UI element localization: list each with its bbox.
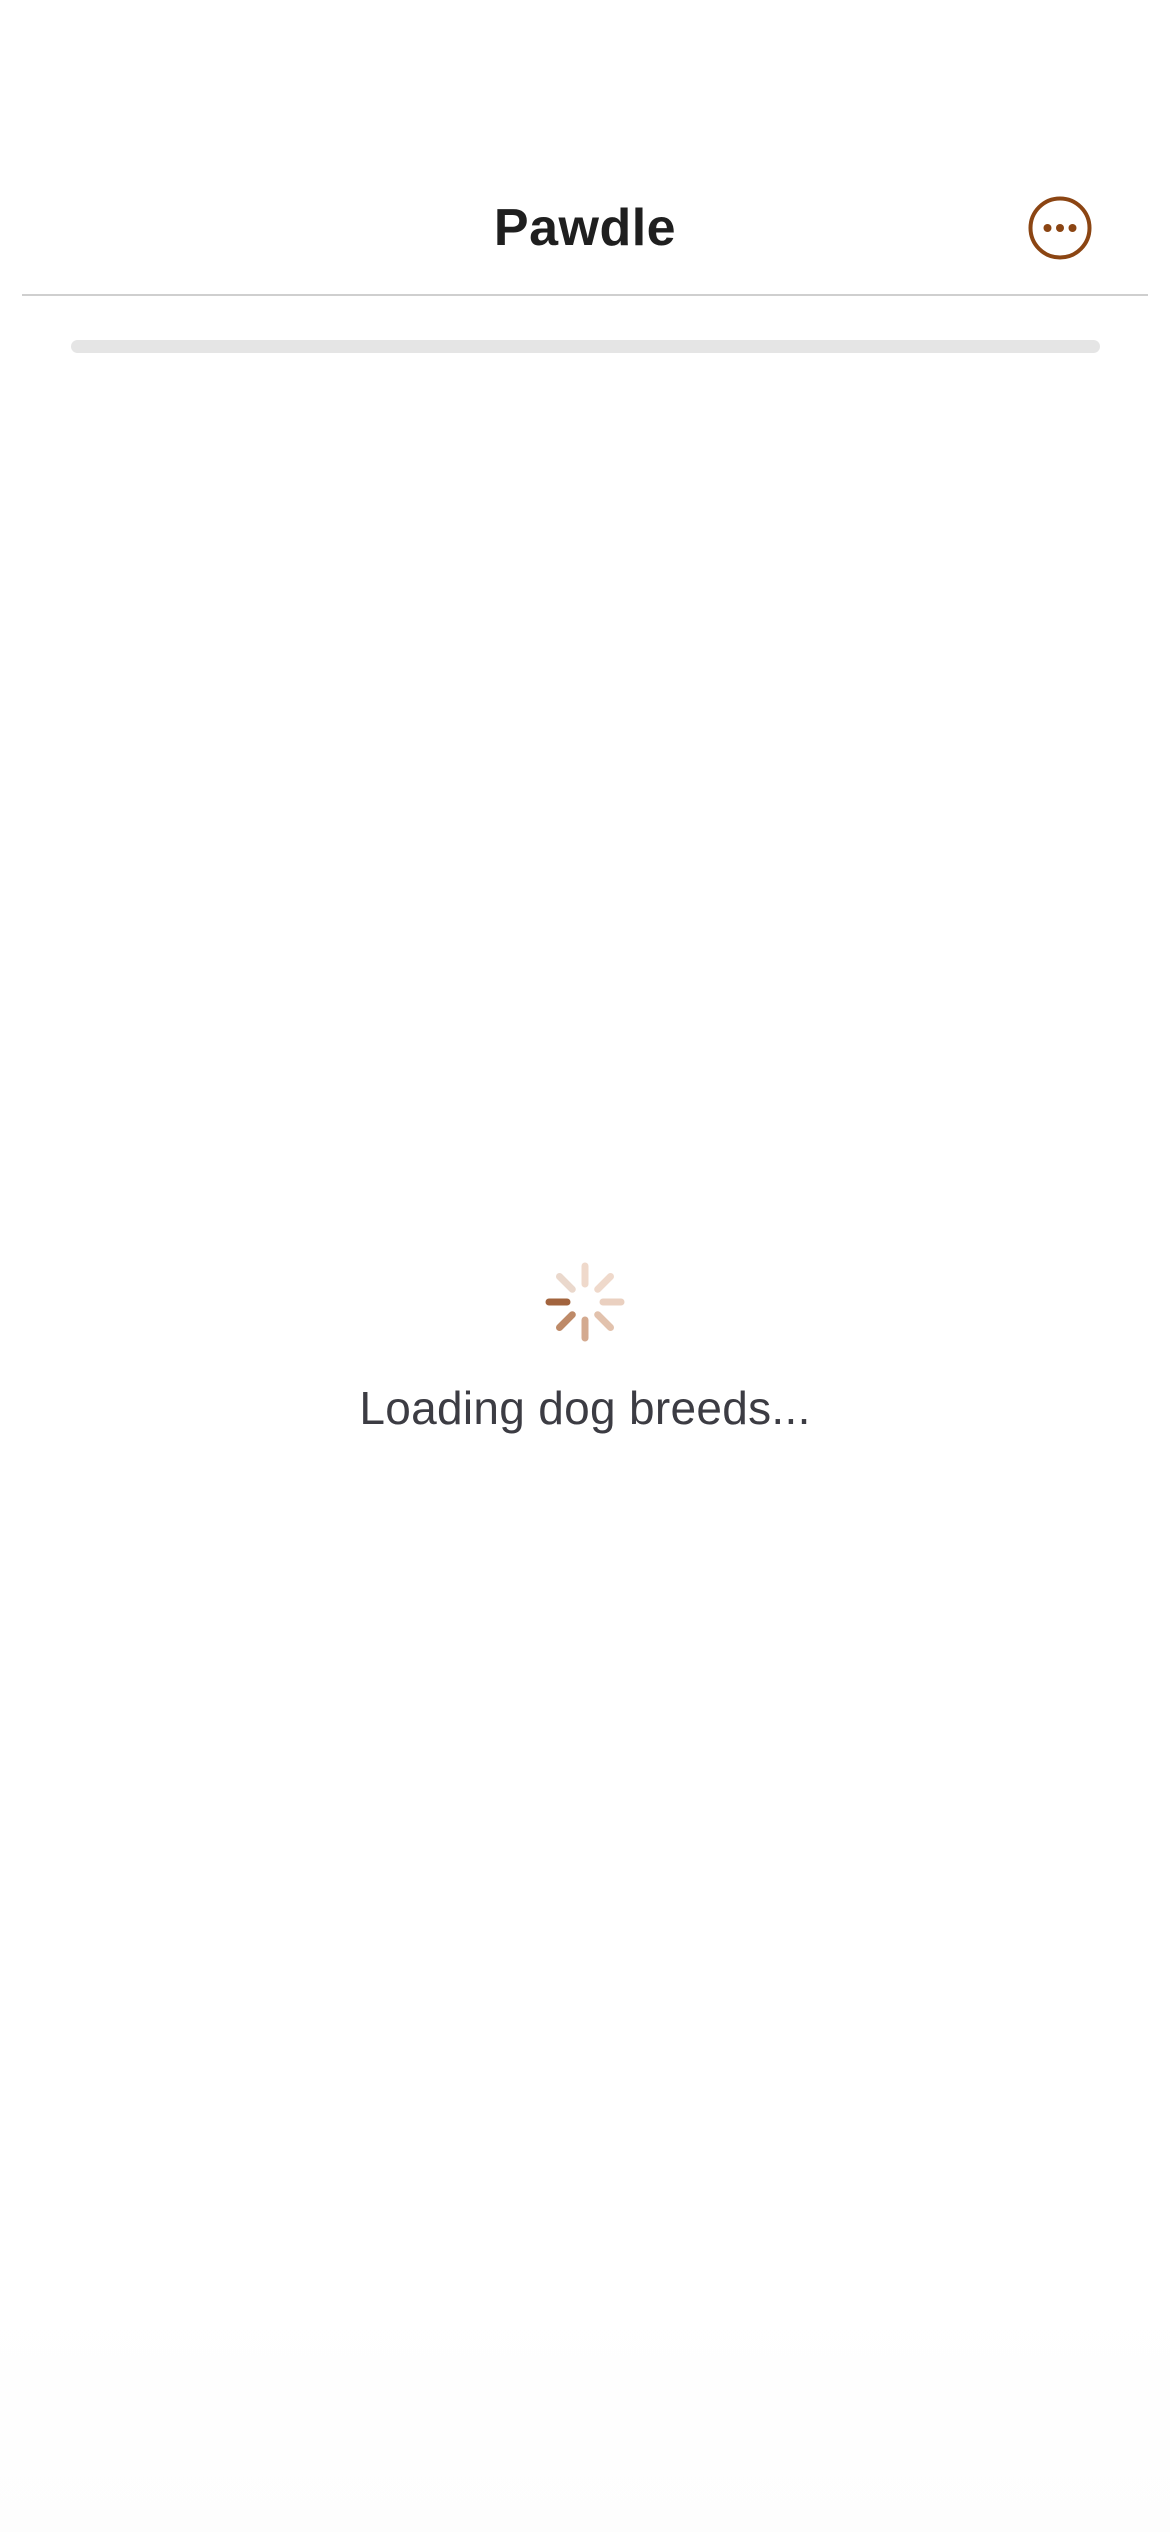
navigation-bar: Pawdle <box>0 0 1170 296</box>
page-title: Pawdle <box>493 199 677 257</box>
bottom-safe-area <box>0 2300 1170 2532</box>
nav-divider <box>22 294 1148 296</box>
more-options-button[interactable] <box>1028 196 1092 260</box>
app-screen: Pawdle Loading dog breeds... <box>0 0 1170 2532</box>
loading-text: Loading dog breeds... <box>359 1382 811 1434</box>
progress-bar <box>71 340 1100 353</box>
loading-indicator: Loading dog breeds... <box>0 1258 1170 1436</box>
activity-spinner-icon <box>545 1262 625 1342</box>
ellipsis-circle-icon <box>1028 196 1092 260</box>
